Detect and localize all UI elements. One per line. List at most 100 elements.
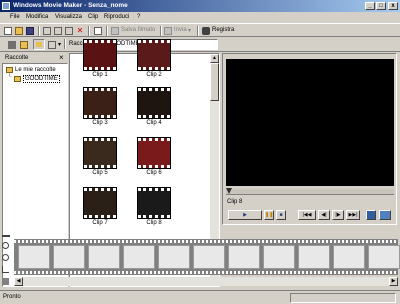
menu-file[interactable]: File (10, 14, 20, 20)
clip-item[interactable]: Clip 1 (82, 39, 118, 78)
stop-button[interactable]: ■ (276, 210, 286, 220)
split-clip-button[interactable] (379, 210, 391, 220)
new-project-icon[interactable] (4, 27, 12, 35)
collections-toggle-button[interactable] (33, 39, 45, 50)
clip-item[interactable]: Clip 5 (82, 137, 118, 176)
storyboard-slot[interactable] (228, 245, 260, 269)
chevron-down-icon[interactable]: ▾ (58, 41, 61, 48)
storyboard-slot[interactable] (53, 245, 85, 269)
movie-maker-icon (2, 2, 10, 10)
clip-label: Clip 4 (146, 120, 162, 126)
storyboard-slot[interactable] (123, 245, 155, 269)
title-bar: Windows Movie Maker - Senza_nome _ □ x (0, 0, 400, 12)
clip-thumbnail (83, 137, 117, 169)
record-button[interactable]: Registra (212, 27, 234, 33)
view-options-icon[interactable] (48, 41, 56, 49)
clip-thumbnail (83, 87, 117, 119)
next-frame-button[interactable]: |▶ (332, 210, 344, 220)
menu-modifica[interactable]: Modifica (26, 14, 48, 20)
menu-visualizza[interactable]: Visualizza (55, 14, 82, 20)
new-collection-icon[interactable] (20, 41, 28, 49)
zoom-in-icon[interactable] (2, 242, 9, 249)
previous-frame-button[interactable]: ◀| (318, 210, 330, 220)
storyboard-slot[interactable] (193, 245, 225, 269)
close-icon[interactable]: × (59, 53, 64, 62)
zoom-out-icon[interactable] (2, 254, 9, 261)
clip-thumbnail (137, 137, 171, 169)
minimize-button[interactable]: _ (365, 2, 375, 10)
toolbar-separator (106, 26, 108, 36)
maximize-button[interactable]: □ (376, 2, 386, 10)
storyboard-slot[interactable] (158, 245, 190, 269)
menu-clip[interactable]: Clip (88, 14, 98, 20)
storyboard[interactable] (14, 239, 400, 275)
preview-clip-name: Clip 8 (227, 199, 243, 205)
menu-help[interactable]: ? (137, 14, 140, 20)
delete-icon[interactable]: ✕ (76, 27, 84, 35)
menu-riproduci[interactable]: Riproduci (104, 14, 129, 20)
clip-label: Clip 7 (92, 220, 108, 226)
play-button[interactable]: ▶ (228, 210, 262, 220)
clip-item[interactable]: Clip 8 (136, 187, 172, 226)
menu-bar: File Modifica Visualizza Clip Riproduci … (0, 12, 400, 23)
collections-pane-icon (36, 42, 42, 47)
status-panel (290, 293, 396, 303)
collections-toolbar: ▾ Raccolta GOODTIME (0, 37, 400, 52)
timeline-toggle-icon[interactable] (2, 231, 10, 237)
clip-item[interactable]: Clip 6 (136, 137, 172, 176)
save-movie-button: Salva filmato (121, 27, 156, 33)
seek-bar[interactable] (226, 188, 394, 195)
step-back-icon: ◀| (321, 212, 327, 218)
paste-icon[interactable] (65, 27, 73, 35)
full-screen-button[interactable] (366, 210, 376, 220)
clip-item[interactable]: Clip 4 (136, 87, 172, 126)
storyboard-slot[interactable] (298, 245, 330, 269)
back-button[interactable]: |◀◀ (298, 210, 316, 220)
collection-up-icon[interactable] (8, 41, 16, 49)
clip-label: Clip 5 (92, 170, 108, 176)
record-narration-icon[interactable] (2, 266, 9, 273)
clip-label: Clip 2 (146, 72, 162, 78)
tree-expander-icon[interactable]: └ (8, 74, 12, 80)
toolbar-separator (197, 26, 199, 36)
scroll-thumb[interactable] (210, 63, 219, 101)
storyboard-slot[interactable] (88, 245, 120, 269)
scroll-up-arrow-icon[interactable]: ▲ (210, 54, 219, 63)
close-button[interactable]: x (388, 2, 398, 10)
stop-icon: ■ (279, 212, 283, 218)
clip-label: Clip 8 (146, 220, 162, 226)
record-camera-icon[interactable] (202, 27, 210, 35)
clip-thumbnail (137, 39, 171, 71)
open-folder-icon[interactable] (15, 27, 23, 35)
storyboard-scrollbar[interactable]: ◀ ▶ (14, 277, 398, 286)
clip-thumbnail (137, 187, 171, 219)
tree-item-root[interactable]: Le mie raccolte (15, 67, 56, 73)
seek-slider-thumb[interactable] (226, 188, 232, 194)
clip-item[interactable]: Clip 3 (82, 87, 118, 126)
scroll-left-arrow-icon[interactable]: ◀ (14, 277, 23, 286)
clip-item[interactable]: Clip 7 (82, 187, 118, 226)
storyboard-slot[interactable] (18, 245, 50, 269)
pause-button[interactable]: ❚❚ (264, 210, 274, 220)
toolbar-separator (88, 26, 90, 36)
toolbar-separator (38, 26, 40, 36)
storyboard-slot[interactable] (263, 245, 295, 269)
cut-icon[interactable] (43, 27, 51, 35)
window-title: Windows Movie Maker - Senza_nome (13, 2, 128, 9)
clip-label: Clip 6 (146, 170, 162, 176)
scroll-right-arrow-icon[interactable]: ▶ (389, 277, 398, 286)
collections-pane-header: Raccolte × (2, 53, 68, 63)
toolbar-separator (64, 39, 66, 49)
audio-levels-icon[interactable] (2, 278, 9, 285)
forward-button[interactable]: ▶▶| (346, 210, 360, 220)
properties-icon[interactable] (94, 27, 102, 35)
clip-item[interactable]: Clip 2 (136, 39, 172, 78)
clip-label: Clip 3 (92, 120, 108, 126)
status-text: Pronto (3, 294, 21, 300)
tree-item-goodtime[interactable]: GOODTIME (23, 75, 60, 83)
copy-icon[interactable] (54, 27, 62, 35)
play-icon: ▶ (243, 212, 247, 218)
save-disk-icon[interactable] (26, 27, 34, 35)
storyboard-slot[interactable] (368, 245, 400, 269)
storyboard-slot[interactable] (333, 245, 365, 269)
